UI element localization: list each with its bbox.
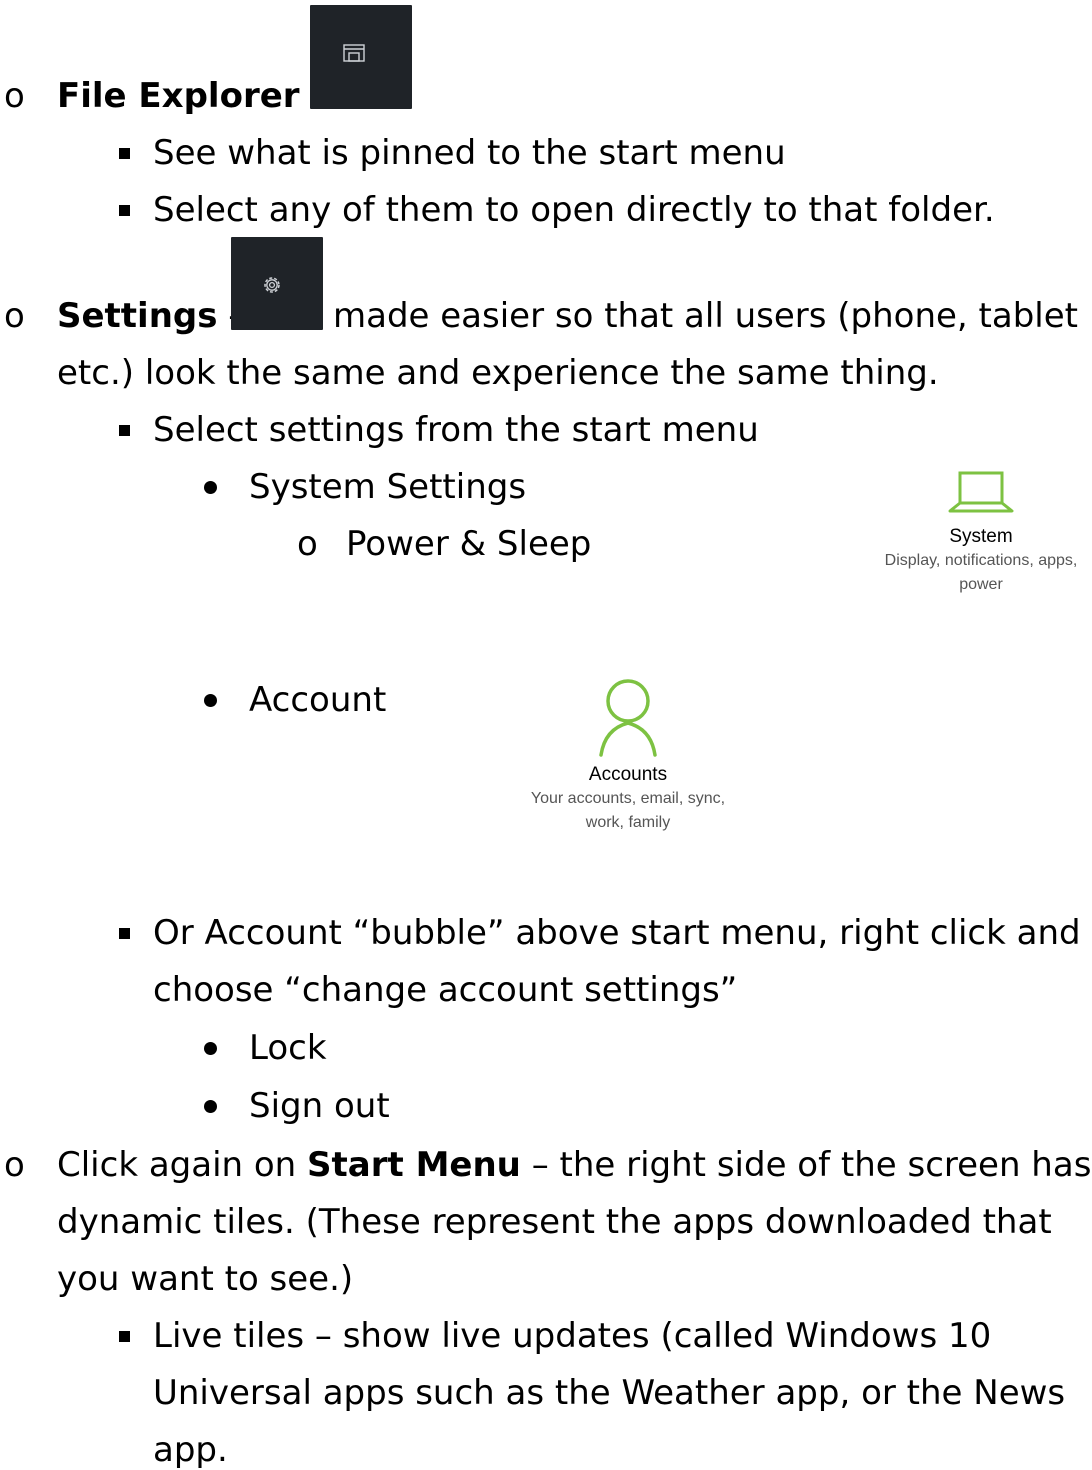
system-settings-card: System Display, notifications, apps, pow… — [870, 463, 1092, 597]
list-bullet: o — [4, 1145, 25, 1185]
list-bullet — [119, 928, 130, 939]
settings-tile[interactable] — [231, 237, 323, 330]
start-menu-paragraph-line: you want to see.) — [57, 1259, 354, 1299]
accounts-card-subtitle: Your accounts, email, sync, — [530, 790, 726, 807]
settings-title: Settings — [57, 296, 218, 336]
folder-icon — [343, 44, 365, 62]
live-tiles-text-continued: app. — [153, 1430, 228, 1470]
power-sleep-item: Power & Sleep — [346, 524, 592, 564]
list-bullet: o — [4, 76, 25, 116]
list-bullet — [204, 694, 217, 707]
system-card-subtitle: Display, notifications, apps, — [884, 552, 1078, 569]
list-bullet — [204, 481, 217, 494]
settings-heading: Settings - — [57, 296, 241, 336]
account-item: Account — [249, 680, 387, 720]
list-bullet — [119, 425, 130, 436]
file-explorer-tile[interactable] — [310, 5, 412, 109]
settings-description: made easier so that all users (phone, ta… — [333, 296, 1078, 336]
list-item: See what is pinned to the start menu — [153, 133, 786, 173]
list-bullet: o — [297, 524, 318, 564]
start-menu-rest: – the right side of the screen has — [520, 1145, 1092, 1185]
list-item: Select any of them to open directly to t… — [153, 190, 995, 230]
start-menu-paragraph-line: dynamic tiles. (These represent the apps… — [57, 1202, 1052, 1242]
person-icon — [599, 679, 657, 757]
list-bullet — [119, 1331, 130, 1342]
list-bullet: o — [4, 296, 25, 336]
live-tiles-text: Live tiles – show live updates (called W… — [153, 1316, 992, 1356]
gear-icon — [264, 277, 280, 293]
start-menu-prefix: Click again on — [57, 1145, 308, 1185]
start-menu-bold: Start Menu — [307, 1145, 521, 1185]
file-explorer-title: File Explorer — [57, 76, 300, 116]
accounts-settings-card: Accounts Your accounts, email, sync, wor… — [508, 673, 748, 835]
list-bullet — [204, 1100, 217, 1113]
list-item: Select settings from the start menu — [153, 410, 759, 450]
settings-description-continued: etc.) look the same and experience the s… — [57, 353, 939, 393]
start-menu-paragraph: Click again on Start Menu – the right si… — [57, 1145, 1091, 1185]
list-bullet — [119, 205, 130, 216]
account-bubble-text-continued: choose “change account settings” — [153, 970, 738, 1010]
live-tiles-text-continued: Universal apps such as the Weather app, … — [153, 1373, 1066, 1413]
account-bubble-text: Or Account “bubble” above start menu, ri… — [153, 913, 1081, 953]
system-card-title: System — [949, 526, 1013, 547]
list-bullet — [204, 1042, 217, 1055]
system-settings-item: System Settings — [249, 467, 527, 507]
lock-item: Lock — [249, 1028, 327, 1068]
accounts-card-subtitle: work, family — [585, 814, 671, 831]
list-bullet — [119, 148, 130, 159]
system-card-subtitle: power — [959, 576, 1003, 593]
file-explorer-heading: File Explorer - — [57, 76, 323, 116]
accounts-card-title: Accounts — [588, 764, 668, 785]
laptop-icon — [948, 471, 1014, 513]
sign-out-item: Sign out — [249, 1086, 390, 1126]
